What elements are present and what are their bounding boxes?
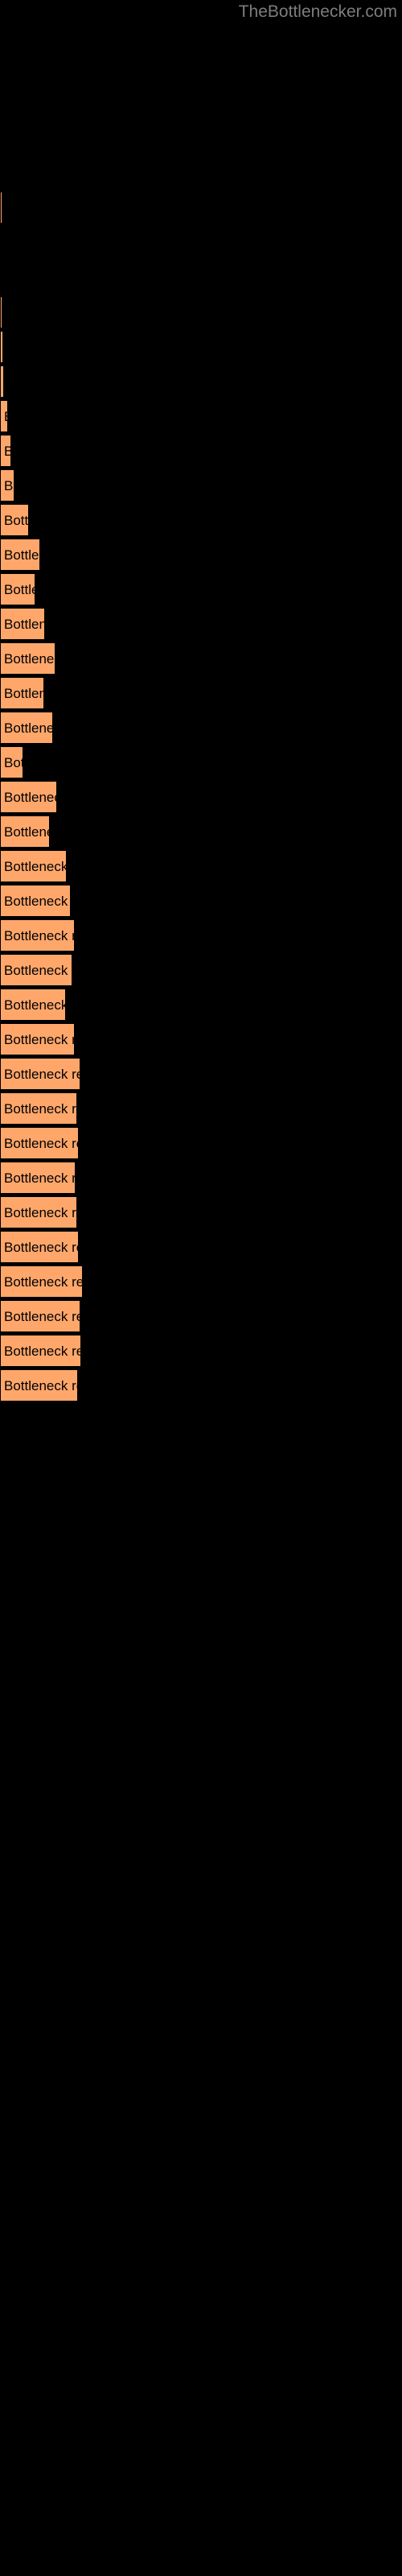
bar-row: Bottleneck result: [0, 296, 402, 328]
bar-segment[interactable]: Bottleneck result: [0, 1127, 79, 1159]
bar-value-label: Bottleneck result: [4, 1067, 80, 1082]
bar-segment[interactable]: Bottleneck result: [0, 539, 40, 571]
bar-value-label: Bottleneck result: [4, 1378, 78, 1393]
bar-value-label: Bottleneck result: [4, 720, 53, 736]
bar-row: Bottleneck result: [0, 469, 402, 502]
bar-value-label: Bottleneck result: [4, 755, 23, 770]
bar-row: Bottleneck result: [0, 1092, 402, 1125]
bar-segment[interactable]: Bottleneck result: [0, 746, 23, 778]
bar-row: Bottleneck result: [0, 1023, 402, 1055]
bar-segment[interactable]: Bottleneck result: [0, 504, 29, 536]
bar-row: Bottleneck result: [0, 885, 402, 917]
bar-row: Bottleneck result: [0, 1369, 402, 1402]
bar-value-label: Bottleneck result: [4, 1101, 77, 1117]
bar-segment[interactable]: Bottleneck result: [0, 573, 35, 605]
bar-value-label: Bottleneck result: [4, 894, 71, 909]
bar-segment[interactable]: Bottleneck result: [0, 1023, 75, 1055]
bar-value-label: Bottleneck result: [4, 1274, 83, 1290]
bar-value-label: Bottleneck result: [4, 1344, 81, 1359]
bar-value-label: Bottleneck result: [4, 401, 8, 433]
bar-segment[interactable]: Bottleneck result: [0, 192, 2, 224]
bar-row: Bottleneck result: [0, 677, 402, 709]
bar-segment[interactable]: Bottleneck result: [0, 989, 66, 1021]
bar-value-label: Bottleneck result: [4, 790, 57, 805]
bar-segment[interactable]: Bottleneck result: [0, 1231, 79, 1263]
bar-segment[interactable]: Bottleneck result: [0, 365, 4, 398]
bar-row: Bottleneck result: [0, 192, 402, 224]
bar-value-label: Bottleneck result: [4, 617, 45, 632]
bar-row: Bottleneck result: [0, 435, 402, 467]
bar-segment[interactable]: Bottleneck result: [0, 1058, 80, 1090]
bar-segment[interactable]: Bottleneck result: [0, 435, 11, 467]
bar-segment[interactable]: Bottleneck result: [0, 1196, 77, 1228]
bar-value-label: Bottleneck result: [4, 1032, 75, 1047]
bar-value-label: Bottleneck result: [4, 928, 75, 943]
bar-row: Bottleneck result: [0, 365, 402, 398]
bar-value-label: Bottleneck result: [4, 478, 14, 493]
bar-row: Bottleneck result: [0, 815, 402, 848]
bar-chart: TheBottlenecker.com Bottleneck resultBot…: [0, 0, 402, 2576]
bar-segment[interactable]: Bottleneck result: [0, 1265, 83, 1298]
bar-row: Bottleneck result: [0, 746, 402, 778]
bar-value-label: Bottleneck result: [4, 963, 72, 978]
bar-row: Bottleneck result: [0, 1127, 402, 1159]
bar-value-label: Bottleneck result: [4, 513, 29, 528]
bar-segment[interactable]: Bottleneck result: [0, 1092, 77, 1125]
bar-row: Bottleneck result: [0, 504, 402, 536]
bar-row: Bottleneck result: [0, 954, 402, 986]
bar-segment[interactable]: Bottleneck result: [0, 400, 8, 432]
bar-segment[interactable]: Bottleneck result: [0, 1162, 76, 1194]
bar-value-label: Bottleneck result: [4, 1205, 77, 1220]
bar-row: Bottleneck result: [0, 850, 402, 882]
bar-segment[interactable]: Bottleneck result: [0, 1369, 78, 1402]
bar-row: Bottleneck result: [0, 1058, 402, 1090]
bar-row: Bottleneck result: [0, 919, 402, 952]
bar-segment[interactable]: Bottleneck result: [0, 677, 44, 709]
bar-segment[interactable]: Bottleneck result: [0, 919, 75, 952]
bar-row: Bottleneck result: [0, 1196, 402, 1228]
bar-row: Bottleneck result: [0, 1335, 402, 1367]
bar-row: Bottleneck result: [0, 1300, 402, 1332]
bar-segment[interactable]: Bottleneck result: [0, 1300, 80, 1332]
bar-value-label: Bottleneck result: [4, 686, 44, 701]
bar-row: Bottleneck result: [0, 989, 402, 1021]
bar-segment[interactable]: Bottleneck result: [0, 469, 14, 502]
bar-value-label: Bottleneck result: [4, 824, 50, 840]
bar-row: Bottleneck result: [0, 608, 402, 640]
bar-segment[interactable]: Bottleneck result: [0, 885, 71, 917]
bar-row: Bottleneck result: [0, 1231, 402, 1263]
bar-segment[interactable]: Bottleneck result: [0, 850, 67, 882]
bar-row: Bottleneck result: [0, 1265, 402, 1298]
bar-value-label: Bottleneck result: [4, 651, 55, 667]
bar-segment[interactable]: Bottleneck result: [0, 954, 72, 986]
bar-segment[interactable]: Bottleneck result: [0, 1335, 81, 1367]
bar-segment[interactable]: Bottleneck result: [0, 781, 57, 813]
bar-segment[interactable]: Bottleneck result: [0, 296, 2, 328]
bar-segment[interactable]: Bottleneck result: [0, 331, 3, 363]
bar-row: Bottleneck result: [0, 539, 402, 571]
bar-row: Bottleneck result: [0, 781, 402, 813]
bar-value-label: Bottleneck result: [4, 997, 66, 1013]
bar-value-label: Bottleneck result: [4, 1136, 79, 1151]
bar-row: Bottleneck result: [0, 331, 402, 363]
bar-value-label: Bottleneck result: [4, 444, 11, 459]
bar-row: Bottleneck result: [0, 1162, 402, 1194]
bar-value-label: Bottleneck result: [4, 547, 40, 563]
bar-value-label: Bottleneck result: [4, 1240, 79, 1255]
bar-value-label: Bottleneck result: [4, 582, 35, 597]
bar-segment[interactable]: Bottleneck result: [0, 815, 50, 848]
bar-value-label: Bottleneck result: [4, 1170, 76, 1186]
bar-row: Bottleneck result: [0, 642, 402, 675]
bar-row: Bottleneck result: [0, 573, 402, 605]
bar-value-label: Bottleneck result: [4, 859, 67, 874]
bars-layer: Bottleneck resultBottleneck resultBottle…: [0, 0, 402, 2576]
bar-segment[interactable]: Bottleneck result: [0, 642, 55, 675]
bar-segment[interactable]: Bottleneck result: [0, 608, 45, 640]
bar-row: Bottleneck result: [0, 712, 402, 744]
bar-row: Bottleneck result: [0, 400, 402, 432]
bar-segment[interactable]: Bottleneck result: [0, 712, 53, 744]
bar-value-label: Bottleneck result: [4, 1309, 80, 1324]
